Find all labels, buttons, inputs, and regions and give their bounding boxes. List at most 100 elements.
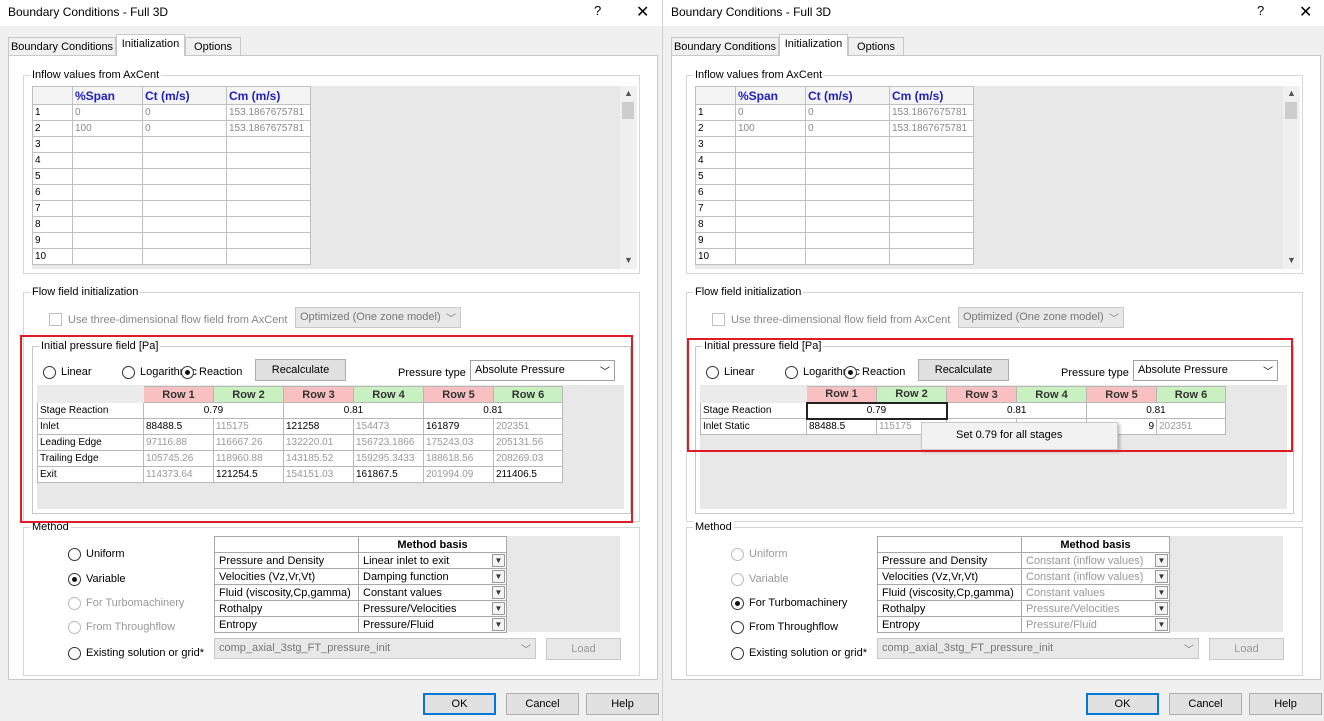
scroll-down-icon[interactable]: ▼ (1287, 255, 1296, 265)
table-row: 9 (695, 232, 974, 249)
model-select[interactable]: Optimized (One zone model) ﹀ (295, 307, 461, 328)
chevron-down-icon[interactable]: ▼ (1155, 554, 1168, 567)
table-row: 7 (695, 200, 974, 217)
chevron-down-icon[interactable]: ▼ (1155, 586, 1168, 599)
col-cm[interactable]: Cm (m/s) (226, 86, 311, 105)
title-bar: Boundary Conditions - Full 3D ? ✕ (0, 0, 662, 26)
col-span[interactable]: %Span (72, 86, 143, 105)
inflow-group-label: Inflow values from AxCent (693, 69, 825, 81)
inflow-scrollbar[interactable]: ▲ ▼ (1283, 86, 1300, 269)
table-row: 7 (32, 200, 311, 217)
method-group-label: Method (693, 521, 734, 533)
inflow-scrollbar[interactable]: ▲ ▼ (620, 86, 637, 269)
use-3d-checkbox[interactable] (712, 313, 725, 326)
chevron-down-icon[interactable]: ▼ (492, 586, 505, 599)
model-select-value: Optimized (One zone model) (300, 311, 441, 323)
table-row: Pressure and Density Constant (inflow val… (877, 552, 1170, 569)
chevron-down-icon[interactable]: ▼ (1155, 602, 1168, 615)
dialog-title: Boundary Conditions - Full 3D (8, 5, 169, 19)
chevron-down-icon: ﹀ (521, 645, 531, 656)
method-group: Method Uniform Variable For Turbomachine… (686, 521, 1303, 676)
table-row: Pressure and Density Linear inlet to exit… (214, 552, 507, 569)
col-cm[interactable]: Cm (m/s) (889, 86, 974, 105)
method-group: Method Uniform Variable For Turbomachine… (23, 521, 640, 676)
model-select[interactable]: Optimized (One zone model) ﹀ (958, 307, 1124, 328)
method-table: Method basis Pressure and Density Constan… (877, 536, 1170, 633)
table-row: Velocities (Vz,Vr,Vt) Constant (inflow va… (877, 568, 1170, 585)
table-row: 8 (32, 216, 311, 233)
table-row: 6 (32, 184, 311, 201)
scroll-down-icon[interactable]: ▼ (624, 255, 633, 265)
table-row: Rothalpy Pressure/Velocities ▼ (214, 600, 507, 617)
highlight-box (20, 335, 633, 523)
tab-options[interactable]: Options (185, 37, 241, 56)
chevron-down-icon: ﹀ (446, 314, 456, 325)
col-ct[interactable]: Ct (m/s) (805, 86, 890, 105)
col-span[interactable]: %Span (735, 86, 806, 105)
inflow-group: Inflow values from AxCent %Span Ct (m/s)… (23, 69, 640, 274)
method-table: Method basis Pressure and Density Linear … (214, 536, 507, 633)
scroll-thumb[interactable] (622, 102, 634, 119)
help-button[interactable]: Help (586, 693, 659, 715)
boundary-conditions-dialog-left: Boundary Conditions - Full 3D ? ✕ Bounda… (0, 0, 662, 721)
chevron-down-icon[interactable]: ▼ (1155, 570, 1168, 583)
inflow-group-label: Inflow values from AxCent (30, 69, 162, 81)
table-row: 10 (32, 248, 311, 265)
close-icon[interactable]: ✕ (636, 2, 649, 22)
use-3d-label: Use three-dimensional flow field from Ax… (731, 314, 951, 326)
cancel-button[interactable]: Cancel (506, 693, 579, 715)
method-basis-header: Method basis (358, 536, 507, 553)
load-button[interactable]: Load (1209, 638, 1284, 660)
chevron-down-icon[interactable]: ▼ (492, 618, 505, 631)
help-button[interactable]: Help (1249, 693, 1322, 715)
col-ct[interactable]: Ct (m/s) (142, 86, 227, 105)
tab-boundary-conditions[interactable]: Boundary Conditions (671, 37, 779, 56)
chevron-down-icon[interactable]: ▼ (492, 554, 505, 567)
dialog-title: Boundary Conditions - Full 3D (671, 5, 832, 19)
inflow-group: Inflow values from AxCent %Span Ct (m/s)… (686, 69, 1303, 274)
existing-solution-select[interactable]: comp_axial_3stg_FT_pressure_init ﹀ (214, 638, 536, 659)
tab-initialization[interactable]: Initialization (779, 34, 848, 56)
help-question-icon[interactable]: ? (594, 3, 601, 18)
inflow-grid-area: %Span Ct (m/s) Cm (m/s) 1 0 0 153.186767578… (32, 86, 620, 269)
ok-button[interactable]: OK (423, 693, 496, 715)
close-icon[interactable]: ✕ (1299, 2, 1312, 22)
table-row: Velocities (Vz,Vr,Vt) Damping function ▼ (214, 568, 507, 585)
chevron-down-icon: ﹀ (1184, 645, 1194, 656)
table-row: 2 100 0 153.1867675781 (695, 120, 974, 137)
table-row: 10 (695, 248, 974, 265)
grid-corner (695, 86, 736, 105)
inflow-grid-area: %Span Ct (m/s) Cm (m/s) 1 0 0 153.186767578… (695, 86, 1283, 269)
table-row: 5 (695, 168, 974, 185)
use-3d-checkbox[interactable] (49, 313, 62, 326)
ok-button[interactable]: OK (1086, 693, 1159, 715)
scroll-up-icon[interactable]: ▲ (1287, 88, 1296, 98)
existing-solution-select[interactable]: comp_axial_3stg_FT_pressure_init ﹀ (877, 638, 1199, 659)
table-row: 4 (695, 152, 974, 169)
highlight-box (687, 338, 1293, 452)
tab-options[interactable]: Options (848, 37, 904, 56)
load-button[interactable]: Load (546, 638, 621, 660)
tab-boundary-conditions[interactable]: Boundary Conditions (8, 37, 116, 56)
chevron-down-icon: ﹀ (1109, 314, 1119, 325)
chevron-down-icon[interactable]: ▼ (492, 602, 505, 615)
table-row: 3 (32, 136, 311, 153)
table-row: Fluid (viscosity,Cp,gamma) Constant value… (214, 584, 507, 601)
help-question-icon[interactable]: ? (1257, 3, 1264, 18)
chevron-down-icon[interactable]: ▼ (1155, 618, 1168, 631)
chevron-down-icon[interactable]: ▼ (492, 570, 505, 583)
boundary-conditions-dialog-right: Boundary Conditions - Full 3D ? ✕ Bounda… (662, 0, 1324, 721)
model-select-value: Optimized (One zone model) (963, 311, 1104, 323)
grid-corner (32, 86, 73, 105)
cancel-button[interactable]: Cancel (1169, 693, 1242, 715)
tab-bar: Boundary Conditions Initialization Optio… (8, 34, 658, 56)
inflow-table: %Span Ct (m/s) Cm (m/s) 1 0 0 153.186767578… (695, 86, 974, 265)
title-bar: Boundary Conditions - Full 3D ? ✕ (663, 0, 1324, 26)
scroll-thumb[interactable] (1285, 102, 1297, 119)
use-3d-label: Use three-dimensional flow field from Ax… (68, 314, 288, 326)
scroll-up-icon[interactable]: ▲ (624, 88, 633, 98)
inflow-table: %Span Ct (m/s) Cm (m/s) 1 0 0 153.186767578… (32, 86, 311, 265)
table-row: 5 (32, 168, 311, 185)
table-row: Fluid (viscosity,Cp,gamma) Constant value… (877, 584, 1170, 601)
tab-initialization[interactable]: Initialization (116, 34, 185, 56)
